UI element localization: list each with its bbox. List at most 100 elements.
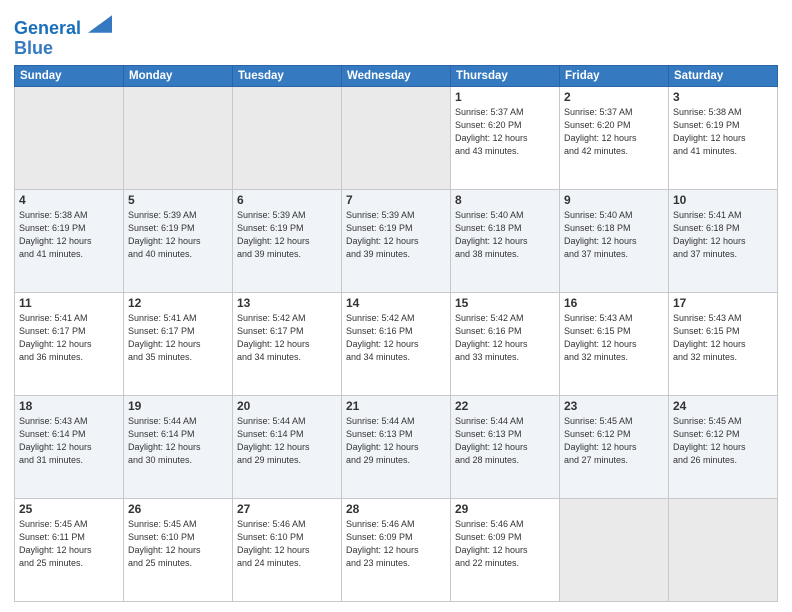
day-number: 11 <box>19 296 119 310</box>
day-info: Sunrise: 5:42 AMSunset: 6:16 PMDaylight:… <box>455 312 555 364</box>
day-number: 9 <box>564 193 664 207</box>
day-number: 27 <box>237 502 337 516</box>
week-row-3: 11 Sunrise: 5:41 AMSunset: 6:17 PMDayligh… <box>15 292 778 395</box>
day-number: 16 <box>564 296 664 310</box>
day-number: 29 <box>455 502 555 516</box>
calendar-cell: 2 Sunrise: 5:37 AMSunset: 6:20 PMDaylight… <box>560 86 669 189</box>
calendar-cell: 25 Sunrise: 5:45 AMSunset: 6:11 PMDayligh… <box>15 498 124 601</box>
calendar-table: SundayMondayTuesdayWednesdayThursdayFrid… <box>14 65 778 602</box>
day-number: 23 <box>564 399 664 413</box>
logo-blue: Blue <box>14 39 112 59</box>
weekday-header-saturday: Saturday <box>669 65 778 86</box>
calendar-cell: 21 Sunrise: 5:44 AMSunset: 6:13 PMDayligh… <box>342 395 451 498</box>
calendar-cell: 7 Sunrise: 5:39 AMSunset: 6:19 PMDaylight… <box>342 189 451 292</box>
day-info: Sunrise: 5:38 AMSunset: 6:19 PMDaylight:… <box>673 106 773 158</box>
calendar-cell: 12 Sunrise: 5:41 AMSunset: 6:17 PMDayligh… <box>124 292 233 395</box>
day-number: 7 <box>346 193 446 207</box>
calendar-cell: 10 Sunrise: 5:41 AMSunset: 6:18 PMDayligh… <box>669 189 778 292</box>
calendar-cell: 20Sunrise: 5:44 AMSunset: 6:14 PMDayligh… <box>233 395 342 498</box>
calendar-cell <box>15 86 124 189</box>
day-info: Sunrise: 5:45 AMSunset: 6:12 PMDaylight:… <box>673 415 773 467</box>
logo-general: General <box>14 18 81 38</box>
day-number: 18 <box>19 399 119 413</box>
calendar-cell: 5Sunrise: 5:39 AMSunset: 6:19 PMDaylight… <box>124 189 233 292</box>
day-info: Sunrise: 5:46 AMSunset: 6:09 PMDaylight:… <box>455 518 555 570</box>
day-number: 26 <box>128 502 228 516</box>
calendar-cell: 3 Sunrise: 5:38 AMSunset: 6:19 PMDaylight… <box>669 86 778 189</box>
day-number: 10 <box>673 193 773 207</box>
weekday-header-monday: Monday <box>124 65 233 86</box>
logo-text: General <box>14 14 112 39</box>
calendar-cell: 27 Sunrise: 5:46 AMSunset: 6:10 PMDayligh… <box>233 498 342 601</box>
logo: General Blue <box>14 14 112 59</box>
calendar-cell <box>342 86 451 189</box>
calendar-cell <box>124 86 233 189</box>
day-info: Sunrise: 5:46 AMSunset: 6:09 PMDaylight:… <box>346 518 446 570</box>
day-number: 13 <box>237 296 337 310</box>
day-info: Sunrise: 5:39 AMSunset: 6:19 PMDaylight:… <box>128 209 228 261</box>
day-number: 22 <box>455 399 555 413</box>
day-info: Sunrise: 5:41 AMSunset: 6:18 PMDaylight:… <box>673 209 773 261</box>
weekday-header-tuesday: Tuesday <box>233 65 342 86</box>
day-number: 19 <box>128 399 228 413</box>
day-info: Sunrise: 5:39 AMSunset: 6:19 PMDaylight:… <box>237 209 337 261</box>
calendar-cell: 4 Sunrise: 5:38 AMSunset: 6:19 PMDaylight… <box>15 189 124 292</box>
calendar-cell: 23 Sunrise: 5:45 AMSunset: 6:12 PMDayligh… <box>560 395 669 498</box>
calendar-cell: 16 Sunrise: 5:43 AMSunset: 6:15 PMDayligh… <box>560 292 669 395</box>
day-number: 15 <box>455 296 555 310</box>
day-info: Sunrise: 5:37 AMSunset: 6:20 PMDaylight:… <box>564 106 664 158</box>
day-info: Sunrise: 5:42 AMSunset: 6:16 PMDaylight:… <box>346 312 446 364</box>
weekday-header-wednesday: Wednesday <box>342 65 451 86</box>
day-number: 28 <box>346 502 446 516</box>
day-info: Sunrise: 5:43 AMSunset: 6:14 PMDaylight:… <box>19 415 119 467</box>
day-number: 12 <box>128 296 228 310</box>
calendar-cell: 6 Sunrise: 5:39 AMSunset: 6:19 PMDaylight… <box>233 189 342 292</box>
day-info: Sunrise: 5:44 AMSunset: 6:13 PMDaylight:… <box>346 415 446 467</box>
calendar-cell: 29 Sunrise: 5:46 AMSunset: 6:09 PMDayligh… <box>451 498 560 601</box>
day-info: Sunrise: 5:43 AMSunset: 6:15 PMDaylight:… <box>564 312 664 364</box>
calendar-cell: 15 Sunrise: 5:42 AMSunset: 6:16 PMDayligh… <box>451 292 560 395</box>
calendar-cell: 18 Sunrise: 5:43 AMSunset: 6:14 PMDayligh… <box>15 395 124 498</box>
calendar-cell <box>560 498 669 601</box>
day-number: 24 <box>673 399 773 413</box>
calendar-cell: 8 Sunrise: 5:40 AMSunset: 6:18 PMDaylight… <box>451 189 560 292</box>
day-number: 3 <box>673 90 773 104</box>
day-number: 8 <box>455 193 555 207</box>
week-row-4: 18 Sunrise: 5:43 AMSunset: 6:14 PMDayligh… <box>15 395 778 498</box>
day-info: Sunrise: 5:41 AMSunset: 6:17 PMDaylight:… <box>128 312 228 364</box>
calendar-cell: 19 Sunrise: 5:44 AMSunset: 6:14 PMDayligh… <box>124 395 233 498</box>
calendar-cell: 24 Sunrise: 5:45 AMSunset: 6:12 PMDayligh… <box>669 395 778 498</box>
weekday-header-thursday: Thursday <box>451 65 560 86</box>
logo-icon <box>88 14 112 34</box>
day-info: Sunrise: 5:44 AMSunset: 6:14 PMDaylight:… <box>128 415 228 467</box>
day-info: Sunrise: 5:41 AMSunset: 6:17 PMDaylight:… <box>19 312 119 364</box>
day-number: 2 <box>564 90 664 104</box>
week-row-2: 4 Sunrise: 5:38 AMSunset: 6:19 PMDaylight… <box>15 189 778 292</box>
day-info: Sunrise: 5:40 AMSunset: 6:18 PMDaylight:… <box>455 209 555 261</box>
day-number: 6 <box>237 193 337 207</box>
calendar-cell: 9 Sunrise: 5:40 AMSunset: 6:18 PMDaylight… <box>560 189 669 292</box>
day-info: Sunrise: 5:37 AMSunset: 6:20 PMDaylight:… <box>455 106 555 158</box>
day-info: Sunrise: 5:44 AMSunset: 6:13 PMDaylight:… <box>455 415 555 467</box>
day-info: Sunrise: 5:46 AMSunset: 6:10 PMDaylight:… <box>237 518 337 570</box>
day-number: 14 <box>346 296 446 310</box>
calendar-cell: 26Sunrise: 5:45 AMSunset: 6:10 PMDayligh… <box>124 498 233 601</box>
calendar-cell: 28 Sunrise: 5:46 AMSunset: 6:09 PMDayligh… <box>342 498 451 601</box>
weekday-header-sunday: Sunday <box>15 65 124 86</box>
calendar-cell: 1Sunrise: 5:37 AMSunset: 6:20 PMDaylight… <box>451 86 560 189</box>
page: General Blue SundayMondayTuesdayWednesda… <box>0 0 792 612</box>
day-number: 21 <box>346 399 446 413</box>
day-info: Sunrise: 5:45 AMSunset: 6:11 PMDaylight:… <box>19 518 119 570</box>
week-row-5: 25 Sunrise: 5:45 AMSunset: 6:11 PMDayligh… <box>15 498 778 601</box>
day-info: Sunrise: 5:39 AMSunset: 6:19 PMDaylight:… <box>346 209 446 261</box>
weekday-header-friday: Friday <box>560 65 669 86</box>
day-number: 25 <box>19 502 119 516</box>
day-number: 20 <box>237 399 337 413</box>
day-info: Sunrise: 5:45 AMSunset: 6:12 PMDaylight:… <box>564 415 664 467</box>
week-row-1: 1Sunrise: 5:37 AMSunset: 6:20 PMDaylight… <box>15 86 778 189</box>
day-info: Sunrise: 5:40 AMSunset: 6:18 PMDaylight:… <box>564 209 664 261</box>
calendar-cell: 17Sunrise: 5:43 AMSunset: 6:15 PMDayligh… <box>669 292 778 395</box>
day-number: 4 <box>19 193 119 207</box>
calendar-cell <box>669 498 778 601</box>
day-info: Sunrise: 5:38 AMSunset: 6:19 PMDaylight:… <box>19 209 119 261</box>
